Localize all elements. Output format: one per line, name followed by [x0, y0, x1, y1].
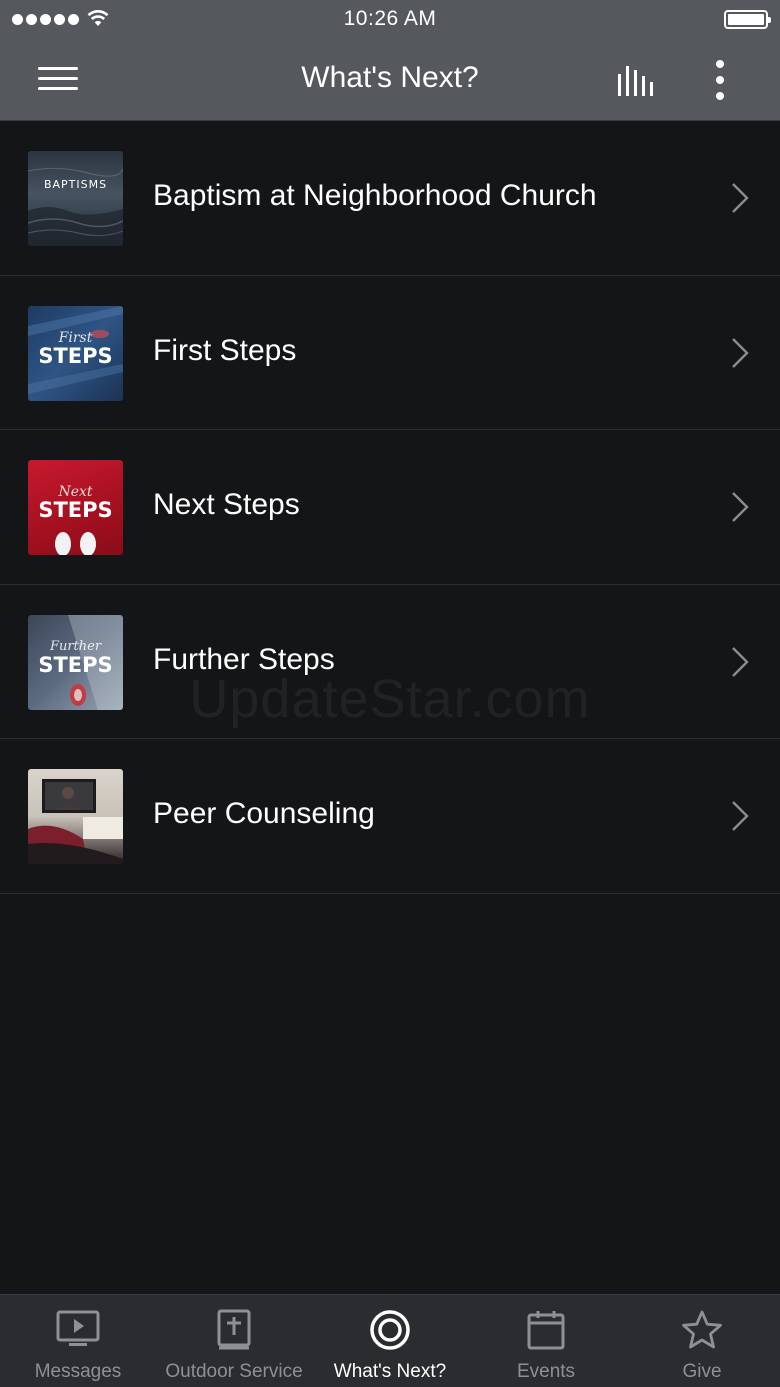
- list-item-title: Next Steps: [153, 488, 300, 521]
- peer-counseling-thumbnail: [28, 769, 123, 864]
- content-list: BAPTISMS Baptism at Neighborhood Church …: [0, 121, 780, 894]
- thumbnail-caption: STEPS: [38, 498, 113, 522]
- status-time: 10:26 AM: [343, 7, 437, 30]
- menu-button[interactable]: [36, 64, 82, 94]
- tab-outdoor-service[interactable]: Outdoor Service: [156, 1295, 312, 1387]
- more-options-button[interactable]: [704, 58, 736, 102]
- tab-label: Events: [516, 1361, 576, 1382]
- chevron-right-icon: [732, 492, 749, 522]
- chevron-right-icon: [732, 183, 749, 213]
- list-item-title: Peer Counseling: [153, 797, 375, 830]
- tab-label: What's Next?: [333, 1361, 447, 1382]
- thumbnail-caption: STEPS: [38, 343, 113, 368]
- chevron-right-icon: [732, 801, 749, 831]
- thumbnail-caption: STEPS: [38, 652, 113, 677]
- audio-bars-icon[interactable]: [612, 60, 662, 102]
- thumbnail-caption: BAPTISMS: [43, 178, 108, 191]
- first-steps-thumbnail: First STEPS: [28, 305, 123, 401]
- list-item-title: First Steps: [153, 333, 297, 367]
- tab-whats-next[interactable]: What's Next?: [312, 1295, 468, 1387]
- tab-label: Outdoor Service: [165, 1361, 303, 1382]
- baptisms-thumbnail: BAPTISMS: [28, 151, 123, 246]
- list-item-title: Baptism at Neighborhood Church: [153, 179, 597, 212]
- nav-bar: What's Next?: [0, 40, 780, 121]
- list-item[interactable]: Further STEPS Further Steps: [0, 585, 780, 739]
- list-item[interactable]: BAPTISMS Baptism at Neighborhood Church: [0, 121, 780, 276]
- next-steps-thumbnail: Next STEPS: [28, 460, 123, 555]
- tab-label: Give: [682, 1361, 722, 1382]
- chevron-right-icon: [732, 646, 749, 677]
- tab-give[interactable]: Give: [624, 1295, 780, 1387]
- tab-messages[interactable]: Messages: [0, 1295, 156, 1387]
- status-bar: 10:26 AM: [0, 0, 780, 40]
- bible-icon: [217, 1309, 251, 1350]
- screen-play-icon: [56, 1310, 100, 1346]
- further-steps-thumbnail: Further STEPS: [28, 614, 123, 710]
- list-item[interactable]: Peer Counseling: [0, 739, 780, 894]
- tab-bar: Messages Outdoor Service What's Next? Ev…: [0, 1294, 780, 1387]
- page-title: What's Next?: [301, 61, 479, 94]
- top-bar: 10:26 AM What's Next?: [0, 0, 780, 121]
- target-icon: [370, 1310, 410, 1350]
- thumbnail-script-text: Further: [49, 638, 102, 654]
- calendar-icon: [527, 1311, 565, 1350]
- list-item[interactable]: Next STEPS Next Steps: [0, 430, 780, 585]
- battery-icon: [724, 10, 771, 29]
- star-icon: [682, 1310, 722, 1349]
- chevron-right-icon: [732, 337, 749, 368]
- tab-events[interactable]: Events: [468, 1295, 624, 1387]
- list-item[interactable]: First STEPS First Steps: [0, 276, 780, 430]
- list-item-title: Further Steps: [153, 642, 335, 676]
- tab-label: Messages: [34, 1361, 122, 1382]
